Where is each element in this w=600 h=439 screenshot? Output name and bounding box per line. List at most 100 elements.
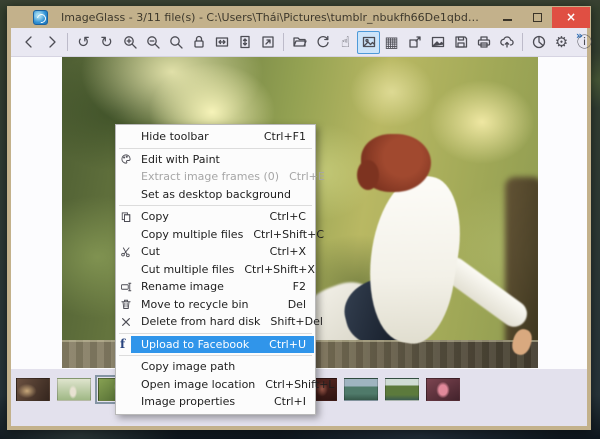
toolbar-separator: [67, 33, 68, 51]
menu-item-shortcut: Shift+Del: [270, 315, 323, 328]
menu-item-hide-toolbar[interactable]: Hide toolbar Ctrl+F1: [117, 128, 314, 146]
menu-item-shortcut: Ctrl+Shift+X: [244, 263, 315, 276]
thumbnail-1[interactable]: [16, 378, 50, 401]
refresh-button[interactable]: [311, 31, 334, 54]
convert-button[interactable]: [527, 31, 550, 54]
minimize-icon: [503, 19, 512, 21]
save-image-button[interactable]: [449, 31, 472, 54]
zoom-in-button[interactable]: [118, 31, 141, 54]
menu-separator: [119, 355, 312, 356]
thumbnail-2[interactable]: [57, 378, 91, 401]
menu-separator: [119, 205, 312, 206]
menu-separator: [119, 333, 312, 334]
titlebar[interactable]: ImageGlass - 3/11 file(s) - C:\Users\Thá…: [7, 6, 591, 28]
actual-size-button[interactable]: [164, 31, 187, 54]
toolbar-separator: [283, 33, 284, 51]
menu-item-shortcut: F2: [293, 280, 306, 293]
rename-icon: [117, 281, 141, 293]
window-fit-button[interactable]: [256, 31, 279, 54]
open-file-button[interactable]: [288, 31, 311, 54]
window-title: ImageGlass - 3/11 file(s) - C:\Users\Thá…: [61, 11, 481, 24]
context-menu: Hide toolbar Ctrl+F1 Edit with Paint Ext…: [115, 124, 316, 415]
window-fit-icon: [260, 34, 276, 50]
zoom-in-icon: [122, 34, 138, 50]
close-icon: ×: [566, 10, 576, 24]
rotate-right-button[interactable]: ↻: [95, 31, 118, 54]
menu-item-cut-multiple-files[interactable]: Cut multiple files Ctrl+Shift+X: [117, 261, 314, 279]
settings-button[interactable]: ⚙: [550, 31, 573, 54]
previous-image-button[interactable]: [17, 31, 40, 54]
image-icon: [361, 34, 377, 50]
toolbar-overflow-chevron[interactable]: »: [576, 29, 583, 42]
delete-x-icon: [117, 316, 141, 328]
menu-item-label: Rename image: [141, 280, 283, 293]
scale-to-width-button[interactable]: [210, 31, 233, 54]
menu-item-delete-from-hard-disk[interactable]: Delete from hard disk Shift+Del: [117, 313, 314, 331]
scale-to-height-button[interactable]: [233, 31, 256, 54]
go-to-page-button[interactable]: ☝: [334, 31, 357, 54]
rotate-left-icon: ↺: [77, 35, 90, 50]
menu-item-label: Image properties: [141, 395, 264, 408]
menu-separator: [119, 148, 312, 149]
menu-item-label: Cut multiple files: [141, 263, 234, 276]
chevron-left-icon: [21, 34, 37, 50]
menu-item-edit-with-paint[interactable]: Edit with Paint: [117, 151, 314, 169]
thumbnail-10[interactable]: [385, 378, 419, 401]
paint-palette-icon: [117, 153, 141, 165]
magnifier-icon: [168, 34, 184, 50]
menu-item-image-properties[interactable]: Image properties Ctrl+I: [117, 393, 314, 411]
thumbnail-bar-button[interactable]: ▦: [380, 31, 403, 54]
menu-item-shortcut: Ctrl+X: [270, 245, 306, 258]
pie-chart-icon: [531, 34, 547, 50]
open-folder-icon: [292, 34, 308, 50]
gear-icon: ⚙: [555, 35, 568, 50]
menu-item-copy-multiple-files[interactable]: Copy multiple files Ctrl+Shift+C: [117, 226, 314, 244]
maximize-icon: [533, 13, 542, 22]
menu-item-cut[interactable]: Cut Ctrl+X: [117, 243, 314, 261]
slideshow-icon: [430, 34, 446, 50]
photo-auburn-hair: [361, 134, 431, 192]
upload-button[interactable]: [495, 31, 518, 54]
minimize-button[interactable]: [492, 7, 522, 28]
menu-item-open-image-location[interactable]: Open image location Ctrl+Shift+L: [117, 376, 314, 394]
menu-item-set-as-desktop-background[interactable]: Set as desktop background: [117, 186, 314, 204]
maximize-button[interactable]: [522, 7, 552, 28]
rotate-left-button[interactable]: ↺: [72, 31, 95, 54]
toolbar-separator: [522, 33, 523, 51]
save-icon: [453, 34, 469, 50]
close-button[interactable]: ×: [552, 7, 590, 28]
menu-item-copy-image-path[interactable]: Copy image path: [117, 358, 314, 376]
next-image-button[interactable]: [40, 31, 63, 54]
menu-item-shortcut: Ctrl+I: [274, 395, 306, 408]
grid-icon: ▦: [384, 35, 398, 50]
checkered-background-button[interactable]: [357, 31, 380, 54]
menu-item-label: Copy multiple files: [141, 228, 243, 241]
menu-item-rename-image[interactable]: Rename image F2: [117, 278, 314, 296]
menu-item-upload-to-facebook[interactable]: f Upload to Facebook Ctrl+U: [117, 336, 314, 354]
toolbar: ↺ ↻ ☝ ▦ ⚙ ⓘ »: [11, 28, 587, 57]
desktop: { "window": { "title": "ImageGlass - 3/1…: [0, 0, 600, 439]
menu-item-shortcut: Ctrl+E: [289, 170, 325, 183]
thumbnail-9[interactable]: [344, 378, 378, 401]
menu-item-copy[interactable]: Copy Ctrl+C: [117, 208, 314, 226]
lock-zoom-button[interactable]: [187, 31, 210, 54]
refresh-icon: [315, 34, 331, 50]
scale-height-icon: [237, 34, 253, 50]
menu-item-shortcut: Ctrl+U: [269, 338, 306, 351]
lock-icon: [191, 34, 207, 50]
resize-image-button[interactable]: [403, 31, 426, 54]
thumbnail-11[interactable]: [426, 378, 460, 401]
print-image-button[interactable]: [472, 31, 495, 54]
slideshow-button[interactable]: [426, 31, 449, 54]
menu-item-label: Hide toolbar: [141, 130, 254, 143]
menu-item-shortcut: Del: [288, 298, 306, 311]
imageglass-app-icon: [33, 10, 48, 25]
menu-item-move-to-recycle-bin[interactable]: Move to recycle bin Del: [117, 296, 314, 314]
menu-item-shortcut: Ctrl+Shift+L: [265, 378, 334, 391]
zoom-out-button[interactable]: [141, 31, 164, 54]
scale-width-icon: [214, 34, 230, 50]
menu-item-label: Cut: [141, 245, 260, 258]
menu-item-label: Open image location: [141, 378, 255, 391]
menu-item-label: Edit with Paint: [141, 153, 296, 166]
copy-icon: [117, 211, 141, 223]
